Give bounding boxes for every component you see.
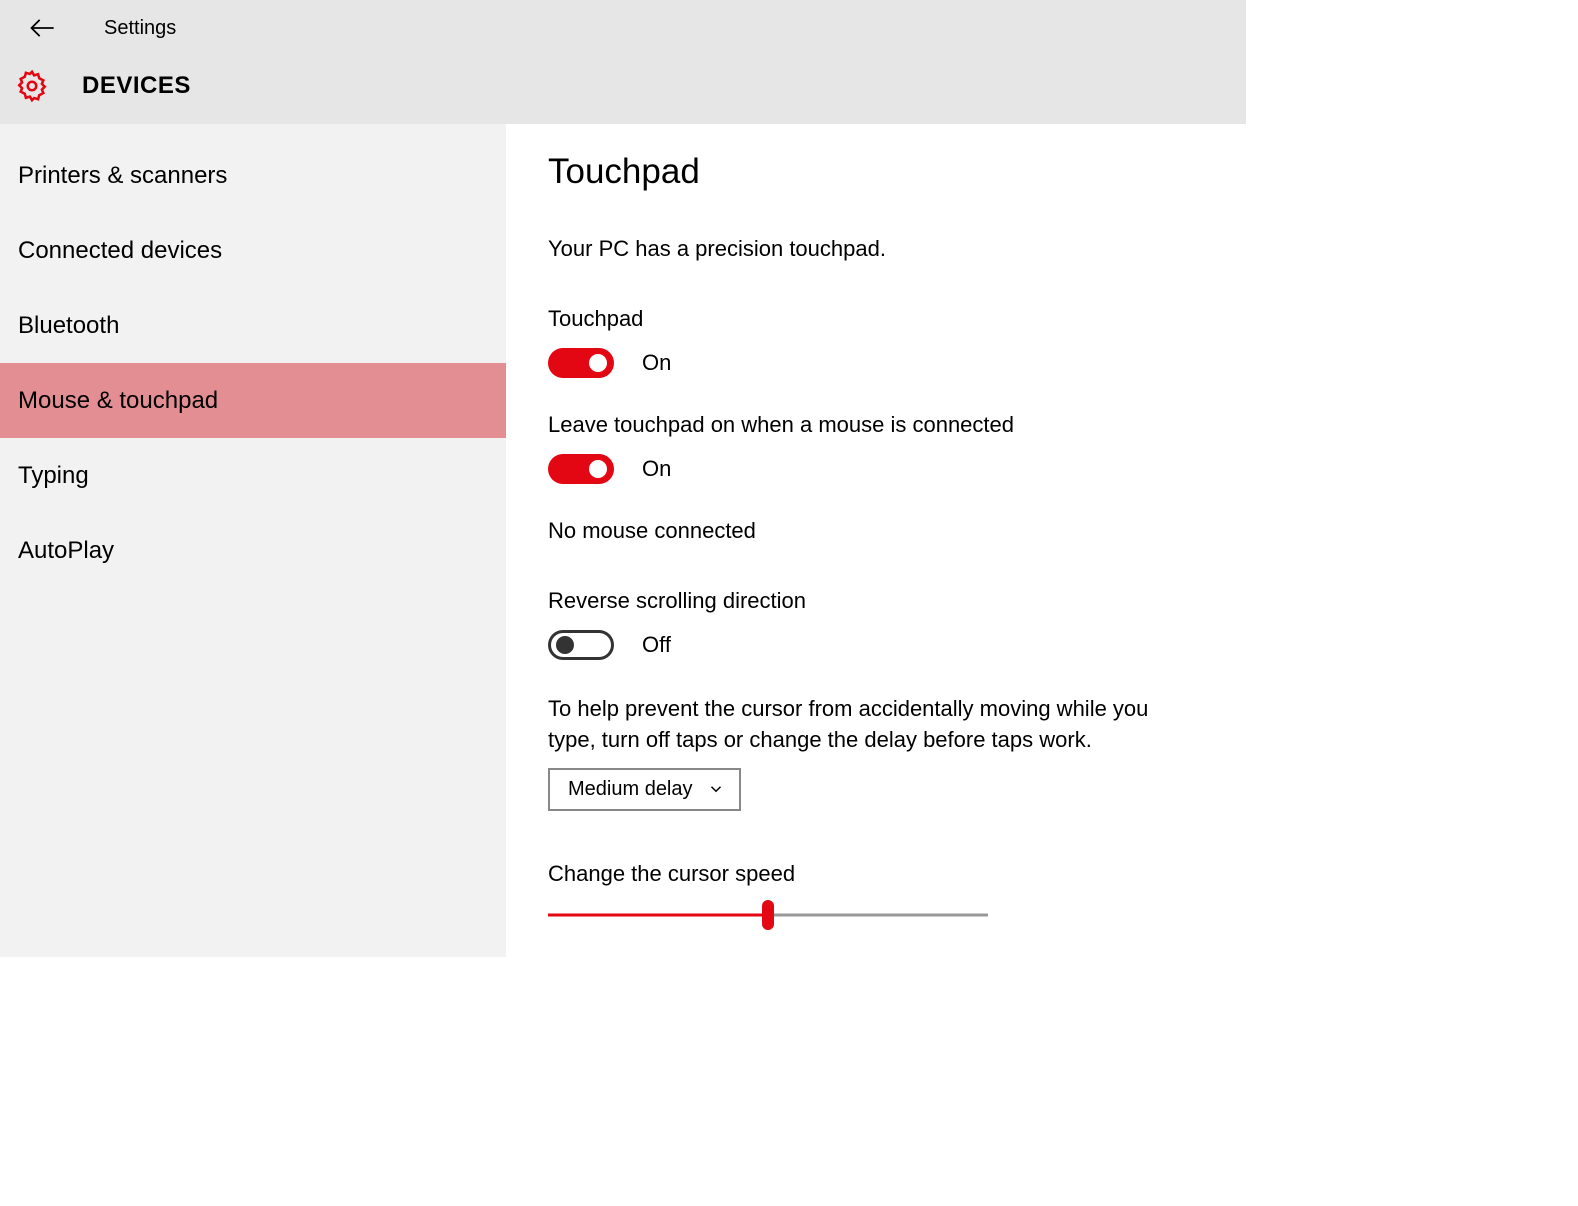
slider-track-empty (768, 913, 988, 916)
sidebar-item-bluetooth[interactable]: Bluetooth (0, 288, 506, 363)
cursor-speed-label: Change the cursor speed (548, 861, 1192, 887)
back-button[interactable] (24, 10, 60, 46)
header: Settings DEVICES (0, 0, 1246, 124)
section-title: DEVICES (82, 72, 191, 100)
toggle-knob (556, 636, 574, 654)
reverse-scroll-label: Reverse scrolling direction (548, 588, 1192, 614)
back-arrow-icon (28, 14, 56, 42)
touchpad-toggle-state: On (642, 350, 671, 376)
sidebar-item-label: Printers & scanners (18, 162, 227, 190)
body-area: Printers & scanners Connected devices Bl… (0, 124, 1246, 957)
sidebar-item-label: Typing (18, 462, 89, 490)
reverse-scroll-toggle[interactable] (548, 630, 614, 660)
touchpad-toggle[interactable] (548, 348, 614, 378)
content-area: Touchpad Your PC has a precision touchpa… (506, 124, 1246, 957)
delay-dropdown-selected: Medium delay (568, 778, 693, 801)
sidebar-item-typing[interactable]: Typing (0, 438, 506, 513)
sidebar-item-label: Mouse & touchpad (18, 387, 218, 415)
sidebar: Printers & scanners Connected devices Bl… (0, 124, 506, 957)
delay-dropdown[interactable]: Medium delay (548, 768, 741, 811)
tap-help-text: To help prevent the cursor from accident… (548, 694, 1192, 756)
reverse-scroll-toggle-state: Off (642, 632, 671, 658)
leave-on-toggle[interactable] (548, 454, 614, 484)
header-section-row: DEVICES (0, 56, 1246, 116)
sidebar-item-label: AutoPlay (18, 537, 114, 565)
cursor-speed-slider[interactable] (548, 903, 988, 927)
page-title: Touchpad (548, 152, 1192, 192)
sidebar-item-autoplay[interactable]: AutoPlay (0, 513, 506, 588)
touchpad-toggle-row: On (548, 348, 1192, 378)
leave-on-toggle-state: On (642, 456, 671, 482)
gear-icon (14, 68, 50, 104)
toggle-knob (589, 354, 607, 372)
mouse-status: No mouse connected (548, 518, 1192, 544)
sidebar-item-label: Bluetooth (18, 312, 119, 340)
sidebar-item-label: Connected devices (18, 237, 222, 265)
slider-thumb[interactable] (762, 900, 774, 930)
leave-on-toggle-row: On (548, 454, 1192, 484)
precision-subtitle: Your PC has a precision touchpad. (548, 236, 1192, 262)
chevron-down-icon (707, 780, 725, 798)
settings-title: Settings (104, 17, 176, 40)
touchpad-toggle-label: Touchpad (548, 306, 1192, 332)
toggle-knob (589, 460, 607, 478)
sidebar-item-connected-devices[interactable]: Connected devices (0, 213, 506, 288)
header-top-row: Settings (0, 0, 1246, 56)
sidebar-item-mouse-touchpad[interactable]: Mouse & touchpad (0, 363, 506, 438)
sidebar-item-printers[interactable]: Printers & scanners (0, 138, 506, 213)
leave-on-label: Leave touchpad on when a mouse is connec… (548, 412, 1192, 438)
reverse-scroll-toggle-row: Off (548, 630, 1192, 660)
slider-track-filled (548, 913, 768, 916)
